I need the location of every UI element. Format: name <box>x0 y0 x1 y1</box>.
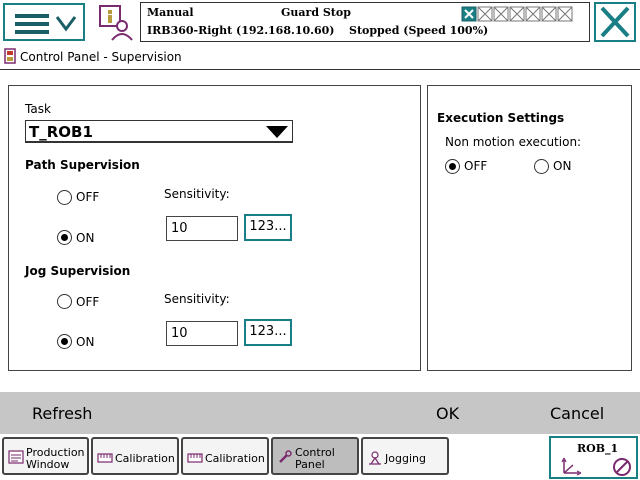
path-sensitivity-label: Sensitivity: <box>164 187 230 201</box>
jog-sensitivity-label: Sensitivity: <box>164 292 230 306</box>
non-motion-off-label: OFF <box>464 159 488 173</box>
jog-supervision-off-label: OFF <box>76 295 100 309</box>
hamburger-icon <box>15 14 49 34</box>
jog-sensitivity-input[interactable]: 10 <box>166 321 238 346</box>
cancel-button[interactable]: Cancel <box>550 404 604 423</box>
taskbar-item-calibration-1[interactable]: Calibration <box>91 437 179 475</box>
execution-settings-heading: Execution Settings <box>437 111 565 125</box>
ok-button[interactable]: OK <box>436 404 459 423</box>
path-sensitivity-input[interactable]: 10 <box>166 216 238 241</box>
coordinate-system-icon <box>561 457 582 476</box>
taskbar: Production Window Calibration Calibratio… <box>0 434 640 480</box>
taskbar-item-jogging[interactable]: Jogging <box>361 437 449 475</box>
refresh-button[interactable]: Refresh <box>32 404 92 423</box>
command-bar: Refresh OK Cancel <box>0 392 640 434</box>
increment-icon <box>613 458 631 476</box>
task-dropdown[interactable]: T_ROB1 <box>25 120 293 143</box>
chevron-down-icon <box>55 16 77 32</box>
jog-supervision-on-radio[interactable] <box>57 334 72 349</box>
taskbar-label-line2: Panel <box>295 458 325 471</box>
path-supervision-on-label: ON <box>76 231 95 245</box>
top-bar: Manual Guard Stop IRB360-Right (192.168.… <box>0 0 640 46</box>
path-sensitivity-keypad-button[interactable]: 123... <box>244 214 292 241</box>
non-motion-off-radio[interactable] <box>445 159 460 174</box>
task-status-icons <box>461 6 573 22</box>
main-menu-button[interactable] <box>3 3 85 41</box>
event-log-icon[interactable] <box>98 4 134 42</box>
non-motion-execution-label: Non motion execution: <box>445 135 582 149</box>
path-supervision-off-radio[interactable] <box>57 190 72 205</box>
close-button[interactable] <box>594 2 636 42</box>
supervision-panel: Task T_ROB1 Path Supervision OFF ON Sens… <box>8 85 421 371</box>
mechanical-unit-label: ROB_1 <box>577 442 619 455</box>
task-label: Task <box>25 102 51 116</box>
quickset-menu-button[interactable]: ROB_1 <box>549 436 638 479</box>
run-state: Stopped (Speed 100%) <box>349 24 489 37</box>
path-supervision-heading: Path Supervision <box>25 158 140 172</box>
taskbar-label-line2: Window <box>26 458 70 471</box>
taskbar-item-control-panel[interactable]: Control Panel <box>271 437 359 475</box>
calibration-icon <box>187 453 203 463</box>
taskbar-label: Calibration <box>115 452 175 465</box>
non-motion-on-label: ON <box>553 159 572 173</box>
jog-supervision-heading: Jog Supervision <box>25 264 131 278</box>
page-title: Control Panel - Supervision <box>20 50 182 64</box>
control-panel-icon <box>4 48 16 64</box>
jog-sensitivity-keypad-button[interactable]: 123... <box>244 319 292 346</box>
taskbar-item-calibration-2[interactable]: Calibration <box>181 437 269 475</box>
taskbar-label: Jogging <box>385 452 426 465</box>
jogging-icon <box>369 451 381 465</box>
taskbar-label: Calibration <box>205 452 265 465</box>
path-supervision-off-label: OFF <box>76 190 100 204</box>
calibration-icon <box>97 453 113 463</box>
operating-mode: Manual <box>147 6 194 19</box>
close-icon <box>600 6 630 38</box>
non-motion-on-radio[interactable] <box>534 159 549 174</box>
window-title-bar: Control Panel - Supervision <box>0 46 640 70</box>
path-supervision-on-radio[interactable] <box>57 230 72 245</box>
production-window-icon <box>8 450 24 464</box>
task-value: T_ROB1 <box>29 123 93 141</box>
jog-supervision-on-label: ON <box>76 335 95 349</box>
dropdown-arrow-icon <box>266 126 288 138</box>
taskbar-item-production-window[interactable]: Production Window <box>2 437 89 475</box>
system-name: IRB360-Right (192.168.10.60) <box>147 24 335 37</box>
jog-supervision-off-radio[interactable] <box>57 294 72 309</box>
status-bar[interactable]: Manual Guard Stop IRB360-Right (192.168.… <box>140 2 590 42</box>
wrench-icon <box>279 450 292 463</box>
controller-state: Guard Stop <box>281 6 351 19</box>
execution-settings-panel: Execution Settings Non motion execution:… <box>427 85 632 371</box>
